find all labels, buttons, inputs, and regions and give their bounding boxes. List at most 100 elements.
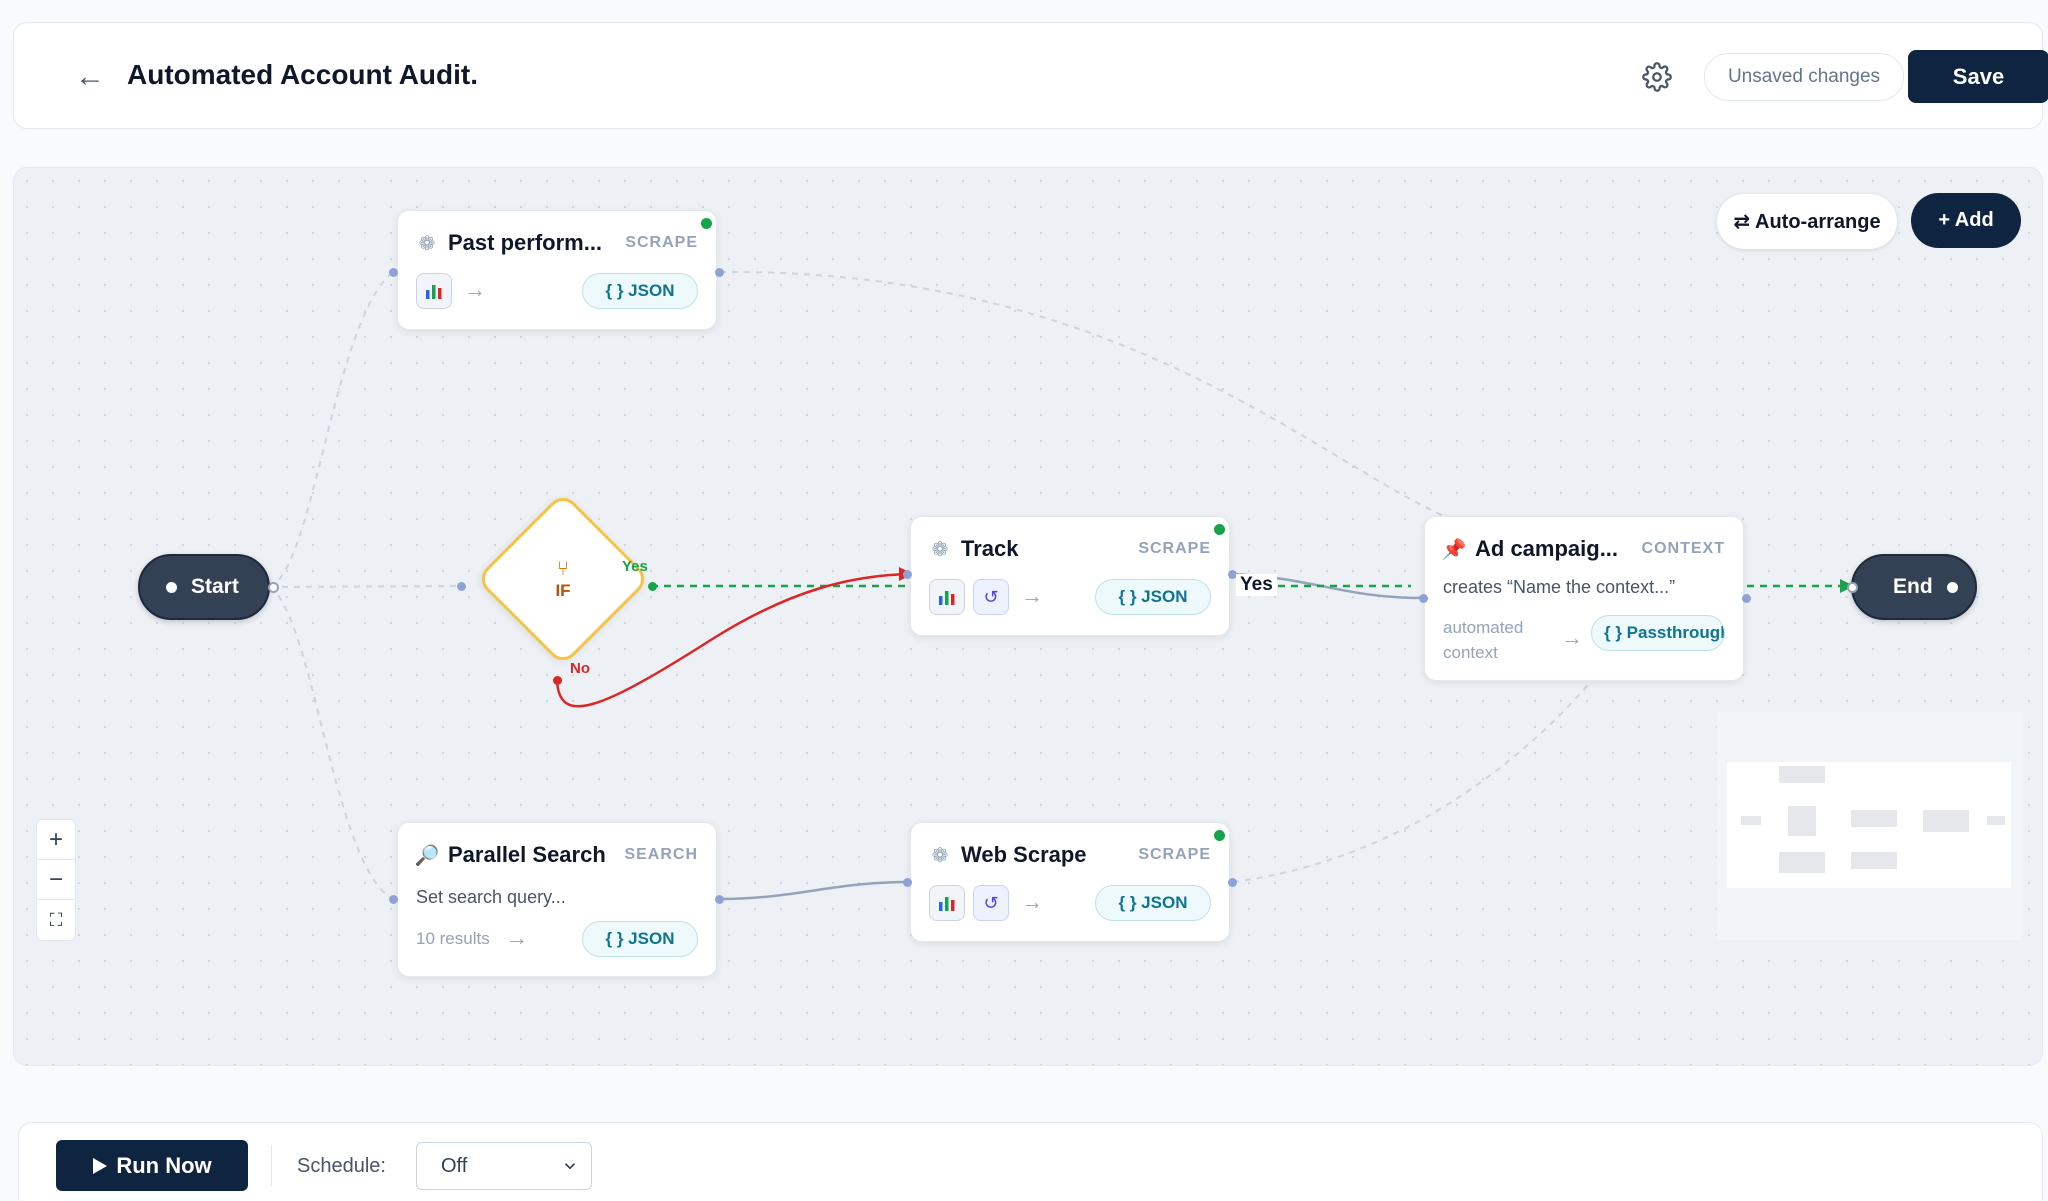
zoom-out-button[interactable]: −: [37, 860, 75, 900]
node-type: SEARCH: [624, 846, 698, 863]
minimap-node: [1779, 852, 1825, 873]
output-handle[interactable]: [1228, 878, 1237, 887]
node-ad-campaign[interactable]: 📌 Ad campaig... CONTEXT creates “Name th…: [1424, 516, 1744, 681]
if-yes-handle[interactable]: [648, 582, 657, 591]
context-description: creates “Name the context...”: [1443, 577, 1676, 597]
minimap-node: [1987, 816, 2005, 825]
start-label: Start: [191, 575, 239, 598]
end-dot: [1946, 581, 1958, 593]
bar-chart-icon: [939, 591, 955, 605]
node-title: Past perform...: [448, 230, 603, 255]
result-count: 10 results: [416, 929, 490, 948]
branch-icon: ⑂: [557, 558, 569, 580]
node-title: Ad campaig...: [1475, 536, 1619, 561]
loop-tool-button[interactable]: ↺: [973, 579, 1009, 615]
openai-icon: ❁: [931, 844, 949, 867]
start-node[interactable]: Start: [138, 554, 270, 620]
node-track[interactable]: ❁ Track SCRAPE ↺ → { } JSON: [910, 516, 1230, 636]
minimap[interactable]: [1717, 712, 2022, 940]
run-now-button[interactable]: Run Now: [56, 1140, 248, 1191]
pushpin-icon: 📌: [1441, 538, 1467, 561]
if-label: IF: [555, 581, 571, 600]
openai-icon: ❁: [418, 232, 436, 255]
end-node[interactable]: End: [1851, 554, 1977, 620]
loop-tool-button[interactable]: ↺: [973, 885, 1009, 921]
output-json-chip[interactable]: { } JSON: [1095, 579, 1211, 615]
node-header: 🔎 Parallel Search SEARCH: [414, 841, 698, 869]
if-no-label: No: [570, 660, 590, 677]
output-handle[interactable]: [715, 268, 724, 277]
add-node-button[interactable]: + Add: [1911, 193, 2021, 248]
arrow-right-icon: →: [506, 925, 528, 950]
bar-chart-icon: [939, 897, 955, 911]
edge-start-parallel-search: [269, 586, 394, 900]
chart-tool-button[interactable]: [929, 579, 965, 615]
gear-icon: [1642, 62, 1672, 92]
end-label: End: [1893, 575, 1933, 598]
status-dot: [701, 218, 712, 229]
minimap-node: [1851, 810, 1897, 827]
output-json-chip[interactable]: { } JSON: [1095, 885, 1211, 921]
node-header: ❁ Track SCRAPE: [929, 535, 1211, 563]
context-input-label: automated context: [1443, 618, 1524, 662]
edge-web-scrape-ad-campaign: [1232, 677, 1595, 883]
zoom-in-button[interactable]: +: [37, 820, 75, 860]
start-handle[interactable]: [268, 582, 279, 593]
output-handle[interactable]: [1742, 594, 1751, 603]
schedule-label: Schedule:: [297, 1155, 386, 1177]
workflow-canvas[interactable]: ⇄ Auto-arrange + Add Start End ❁ Past pe…: [13, 167, 2043, 1066]
run-bar: Run Now Schedule: Off: [18, 1122, 2043, 1201]
fit-view-icon[interactable]: ⛶: [37, 900, 75, 940]
input-handle[interactable]: [903, 878, 912, 887]
chart-tool-button[interactable]: [416, 273, 452, 309]
edge-start-if: [269, 585, 462, 588]
edge-parallel-web-scrape: [719, 880, 908, 901]
input-handle[interactable]: [1419, 594, 1428, 603]
if-no-handle[interactable]: [553, 676, 562, 685]
save-button[interactable]: Save: [1908, 50, 2048, 103]
divider: [271, 1145, 272, 1187]
if-content: ⑂ IF: [526, 558, 600, 601]
minimap-viewport: [1727, 762, 2011, 888]
output-json-chip[interactable]: { } JSON: [582, 273, 698, 309]
chart-tool-button[interactable]: [929, 885, 965, 921]
output-json-chip[interactable]: { } JSON: [582, 921, 698, 957]
bar-chart-icon: [426, 285, 442, 299]
arrow-right-icon: →: [464, 277, 486, 302]
end-handle[interactable]: [1847, 582, 1858, 593]
node-type: SCRAPE: [1138, 540, 1211, 557]
input-handle[interactable]: [389, 268, 398, 277]
if-yes-label: Yes: [622, 558, 648, 575]
edge-yes-label: Yes: [1236, 574, 1277, 596]
back-arrow-icon[interactable]: ←: [62, 55, 118, 99]
input-handle[interactable]: [903, 570, 912, 579]
page-title: Automated Account Audit.: [127, 59, 479, 90]
output-handle[interactable]: [715, 895, 724, 904]
minimap-node: [1851, 852, 1897, 869]
unsaved-changes-badge: Unsaved changes: [1704, 53, 1904, 101]
chevron-down-icon: [564, 1163, 576, 1170]
output-passthrough-chip[interactable]: { } Passthrough: [1591, 615, 1725, 651]
start-dot: [166, 581, 177, 593]
schedule-value: Off: [441, 1154, 468, 1177]
node-title: Track: [961, 536, 1019, 561]
settings-button[interactable]: [1631, 51, 1683, 103]
input-handle[interactable]: [389, 895, 398, 904]
search-query-placeholder[interactable]: Set search query...: [416, 887, 566, 908]
edge-start-past-performance: [269, 271, 394, 588]
if-input-handle[interactable]: [457, 582, 466, 591]
openai-icon: ❁: [931, 538, 949, 561]
auto-arrange-button[interactable]: ⇄ Auto-arrange: [1717, 194, 1897, 249]
node-past-performance[interactable]: ❁ Past perform... SCRAPE → { } JSON: [397, 210, 717, 330]
minimap-node: [1741, 816, 1761, 825]
arrow-right-icon: →: [1021, 583, 1043, 608]
node-title: Web Scrape: [961, 842, 1087, 867]
arrow-right-icon: →: [1561, 625, 1583, 650]
node-parallel-search[interactable]: 🔎 Parallel Search SEARCH Set search quer…: [397, 822, 717, 977]
node-web-scrape[interactable]: ❁ Web Scrape SCRAPE ↺ → { } JSON: [910, 822, 1230, 942]
run-now-label: Run Now: [116, 1152, 212, 1178]
zoom-controls: + − ⛶: [36, 819, 76, 941]
status-dot: [1214, 524, 1225, 535]
schedule-select[interactable]: Off: [416, 1142, 592, 1190]
magnifier-icon: 🔎: [414, 844, 440, 867]
